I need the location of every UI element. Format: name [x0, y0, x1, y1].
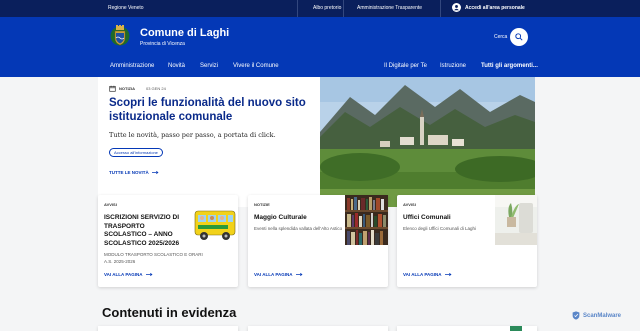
town-name[interactable]: Comune di Laghi: [140, 27, 229, 39]
user-icon: [452, 3, 461, 12]
nav-il-digitale-per-te[interactable]: Il Digitale per Te: [384, 63, 427, 69]
hero-subtitle: Tutte le novità, passo per passo, a port…: [109, 131, 276, 139]
card-title[interactable]: Maggio Culturale: [254, 214, 307, 223]
topic-chip[interactable]: Accesso all'informazione: [109, 148, 163, 157]
search-button[interactable]: [510, 28, 528, 46]
card-link-label: VAI ALLA PAGINA: [254, 272, 293, 277]
office-image: [495, 195, 537, 245]
all-news-link[interactable]: TUTTE LE NOVITÀ: [109, 170, 159, 175]
card-trasporto-scolastico[interactable]: AVVISI ISCRIZIONI SERVIZIO DI TRASPORTO …: [98, 195, 238, 287]
featured-card-image: [510, 326, 522, 331]
card-title[interactable]: ISCRIZIONI SERVIZIO DI TRASPORTO SCOLAST…: [104, 214, 184, 248]
card-link[interactable]: VAI ALLA PAGINA: [403, 272, 452, 277]
featured-card[interactable]: [98, 326, 238, 331]
card-link-label: VAI ALLA PAGINA: [104, 272, 143, 277]
arrow-right-icon: [151, 170, 159, 175]
town-crest-logo[interactable]: [110, 24, 130, 48]
nav-servizi[interactable]: Servizi: [200, 63, 218, 69]
card-category: AVVISI: [104, 202, 117, 207]
featured-card[interactable]: [248, 326, 388, 331]
amministrazione-trasparente-link[interactable]: Amministrazione Trasparente: [357, 5, 422, 11]
school-bus-image: [194, 203, 238, 243]
card-description: Elenco degli Uffici Comunali di Laghi: [403, 226, 476, 231]
arrow-right-icon: [295, 272, 303, 277]
search-icon: [515, 33, 523, 41]
albo-pretorio-link[interactable]: Albo pretorio: [313, 5, 341, 11]
login-button[interactable]: Accedi all'area personale: [452, 3, 525, 12]
card-link[interactable]: VAI ALLA PAGINA: [104, 272, 153, 277]
card-category: NOTIZIE: [254, 202, 270, 207]
card-description: Eventi nella splendida vallata dell'Alto…: [254, 226, 343, 231]
divider: [297, 0, 298, 17]
search-label: Cerca: [494, 34, 508, 40]
hero-category: NOTIZIA: [119, 86, 135, 91]
calendar-icon: [109, 85, 116, 92]
nav-novita[interactable]: Novità: [168, 63, 185, 69]
divider: [343, 0, 344, 17]
hero-title[interactable]: Scopri le funzionalità del nuovo sito is…: [109, 97, 309, 124]
card-maggio-culturale[interactable]: NOTIZIE Maggio Culturale Eventi nella sp…: [248, 195, 388, 287]
card-uffici-comunali[interactable]: AVVISI Uffici Comunali Elenco degli Uffi…: [397, 195, 537, 287]
watermark-label: ScanMalware: [583, 312, 622, 319]
nav-amministrazione[interactable]: Amministrazione: [110, 63, 154, 69]
province-label: Provincia di Vicenza: [140, 41, 185, 47]
arrow-right-icon: [145, 272, 153, 277]
all-news-label: TUTTE LE NOVITÀ: [109, 170, 149, 175]
hero-news: NOTIZIA 03 GEN 24 Scopri le funzionalità…: [98, 77, 535, 207]
hero-landscape-image: [320, 77, 535, 207]
top-bar: Regione Veneto Albo pretorio Amministraz…: [0, 0, 640, 17]
card-link[interactable]: VAI ALLA PAGINA: [254, 272, 303, 277]
hero-date: 03 GEN 24: [146, 86, 166, 91]
divider: [440, 0, 441, 17]
featured-section-title: Contenuti in evidenza: [102, 305, 237, 320]
card-category: AVVISI: [403, 202, 416, 207]
region-link[interactable]: Regione Veneto: [108, 5, 144, 11]
shield-icon: [572, 311, 580, 320]
card-title[interactable]: Uffici Comunali: [403, 214, 451, 223]
nav-istruzione[interactable]: Istruzione: [440, 63, 466, 69]
nav-vivere-il-comune[interactable]: Vivere il Comune: [233, 63, 279, 69]
scanmalware-watermark: ScanMalware: [572, 311, 621, 320]
card-link-label: VAI ALLA PAGINA: [403, 272, 442, 277]
arrow-right-icon: [444, 272, 452, 277]
bookshelf-image: [345, 195, 388, 245]
login-label: Accedi all'area personale: [465, 4, 525, 11]
nav-tutti-gli-argomenti[interactable]: Tutti gli argomenti...: [481, 63, 538, 69]
card-description: MODULO TRASPORTO SCOLASTICO E ORARI A.S.…: [104, 252, 203, 264]
site-header: Comune di Laghi Provincia di Vicenza Cer…: [0, 17, 640, 77]
